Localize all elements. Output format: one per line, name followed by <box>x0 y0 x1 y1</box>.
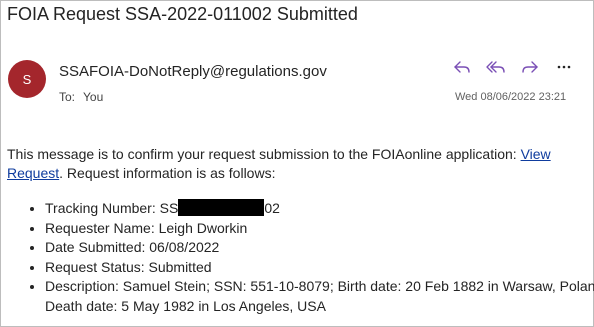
to-label: To: <box>59 90 76 104</box>
request-status-item: Request Status: Submitted <box>45 258 594 278</box>
message-intro: This message is to confirm your request … <box>7 145 587 183</box>
sender-address[interactable]: SSAFOIA-DoNotReply@regulations.gov <box>59 63 327 80</box>
requester-name-item: Requester Name: Leigh Dworkin <box>45 219 594 239</box>
avatar-initial: S <box>22 71 32 87</box>
more-icon <box>557 65 571 69</box>
tracking-number-suffix: 02 <box>264 200 280 216</box>
avatar[interactable]: S <box>8 60 46 98</box>
tracking-number-item: Tracking Number: SS 02 <box>45 199 594 219</box>
forward-icon <box>522 61 538 73</box>
intro-text: This message is to confirm your request … <box>7 146 521 162</box>
recipient-value[interactable]: You <box>83 90 103 104</box>
redaction-block <box>178 199 265 216</box>
email-subject: FOIA Request SSA-2022-011002 Submitted <box>7 4 358 24</box>
recipient-line: To: You <box>59 90 103 104</box>
reply-all-icon <box>486 61 505 73</box>
description-item: Description: Samuel Stein; SSN: 551-10-8… <box>45 277 594 316</box>
reply-icon <box>454 61 470 73</box>
reply-button[interactable] <box>445 56 479 78</box>
received-date: Wed 08/06/2022 23:21 <box>455 91 567 103</box>
date-submitted-item: Date Submitted: 06/08/2022 <box>45 238 594 258</box>
request-details-list: Tracking Number: SS 02 Requester Name: Le… <box>7 199 594 316</box>
forward-button[interactable] <box>513 56 547 78</box>
more-actions-button[interactable] <box>547 56 581 78</box>
intro-text-end: . Request information is as follows: <box>59 165 276 181</box>
tracking-number-label: Tracking Number: SS <box>45 200 179 216</box>
reply-all-button[interactable] <box>479 56 513 78</box>
message-actions <box>445 56 581 78</box>
